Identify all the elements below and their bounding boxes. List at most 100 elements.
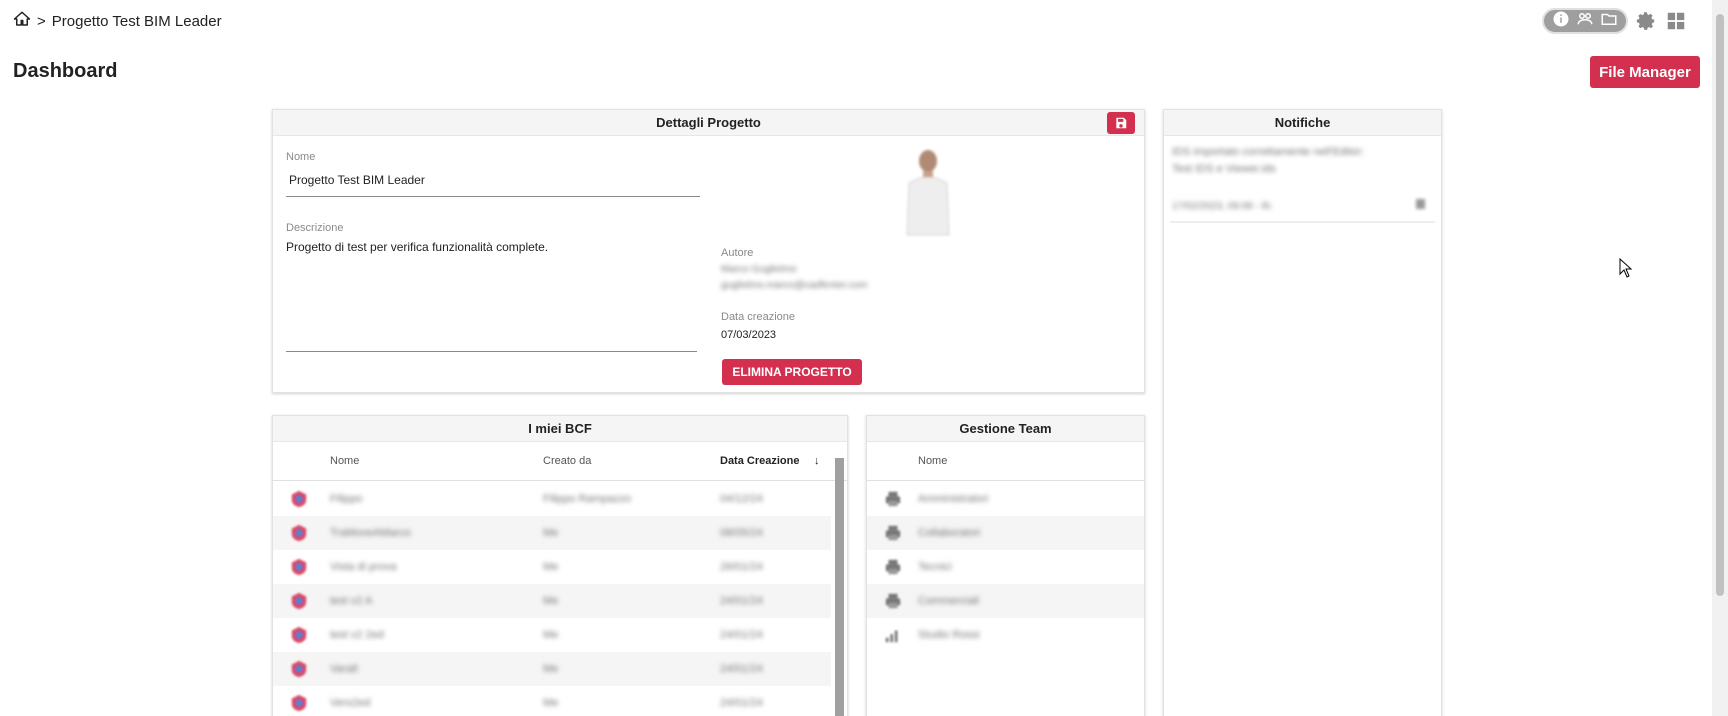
bcf-nome: Vers2ed <box>330 697 371 709</box>
column-nome[interactable]: Nome <box>330 455 359 467</box>
breadcrumb-separator: > <box>37 12 46 30</box>
bcf-nome: test v2 2ed <box>330 629 384 641</box>
column-data-creazione[interactable]: Data Creazione <box>720 455 799 467</box>
team-nome: Collaboratori <box>918 527 981 539</box>
bcf-card: I miei BCF Nome Creato da Data Creazione… <box>272 415 848 716</box>
team-nome: Amministratori <box>918 493 989 505</box>
table-row[interactable]: test v2 A Me 24/01/24 <box>273 584 831 618</box>
team-row[interactable]: Collaboratori <box>867 516 1144 550</box>
notification-divider <box>1170 221 1435 223</box>
apps-grid-icon[interactable] <box>1664 9 1688 33</box>
nome-underline <box>286 196 700 197</box>
bcf-issue-icon <box>291 660 307 678</box>
page-title: Dashboard <box>13 60 118 82</box>
table-row[interactable]: Vista di prova Me 26/01/24 <box>273 550 831 584</box>
bcf-creato-da: Filippo Rampazzo <box>543 493 632 505</box>
mouse-cursor-icon <box>1619 258 1633 278</box>
bcf-creato-da: Me <box>543 663 559 675</box>
bcf-issue-icon <box>291 558 307 576</box>
breadcrumb-current[interactable]: Progetto Test BIM Leader <box>52 13 222 30</box>
printer-icon <box>885 559 901 575</box>
team-column-nome[interactable]: Nome <box>918 455 947 467</box>
bcf-creato-da: Me <box>543 561 559 573</box>
printer-icon <box>885 525 901 541</box>
descrizione-label: Descrizione <box>286 222 344 234</box>
printer-icon <box>885 593 901 609</box>
sort-arrow-icon[interactable]: ↓ <box>814 455 820 467</box>
team-card: Gestione Team Nome Amministratori Collabo… <box>866 415 1145 716</box>
top-toolbar <box>1542 8 1688 34</box>
view-toggle-group[interactable] <box>1542 8 1628 34</box>
folder-icon[interactable] <box>1600 10 1618 33</box>
team-nome: Tecnici <box>918 561 952 573</box>
table-row[interactable]: Varalt Me 24/01/24 <box>273 652 831 686</box>
page-scrollbar[interactable] <box>1712 0 1728 716</box>
bcf-data: 04/12/24 <box>720 493 763 505</box>
bcf-creato-da: Me <box>543 527 559 539</box>
gear-icon[interactable] <box>1634 9 1658 33</box>
delete-notification-icon[interactable] <box>1416 199 1425 209</box>
descrizione-field[interactable]: Progetto di test per verifica funzionali… <box>286 240 548 254</box>
bcf-table-header: Nome Creato da Data Creazione ↓ <box>273 443 847 481</box>
nome-field[interactable]: Progetto Test BIM Leader <box>289 173 425 187</box>
autore-email: guglielmo.marco@cadfenter.com <box>721 280 868 291</box>
bcf-creato-da: Me <box>543 595 559 607</box>
column-creato-da[interactable]: Creato da <box>543 455 591 467</box>
team-table-header: Nome <box>867 443 1144 481</box>
table-row[interactable]: TraMoveAMarco Me 08/05/24 <box>273 516 831 550</box>
project-details-card: Dettagli Progetto Nome Progetto Test BIM… <box>272 109 1145 393</box>
breadcrumb: > Progetto Test BIM Leader <box>13 10 222 32</box>
autore-name: Marco Guglielmo <box>721 264 797 275</box>
author-avatar <box>906 150 950 236</box>
bcf-data: 24/01/24 <box>720 629 763 641</box>
notifications-header: Notifiche <box>1164 110 1441 136</box>
bcf-issue-icon <box>291 490 307 508</box>
notification-line1: IDS importato correttamente nell'Editor: <box>1172 146 1365 158</box>
nome-label: Nome <box>286 151 316 163</box>
save-button[interactable] <box>1107 112 1135 134</box>
team-header: Gestione Team <box>867 416 1144 442</box>
bcf-data: 24/01/24 <box>720 697 763 709</box>
bcf-scrollbar[interactable] <box>834 446 844 716</box>
autore-label: Autore <box>721 247 754 259</box>
bcf-nome: Filippo <box>330 493 363 505</box>
file-manager-button[interactable]: File Manager <box>1590 56 1700 88</box>
printer-icon <box>885 491 901 507</box>
descrizione-underline <box>286 351 697 352</box>
team-row[interactable]: Commerciali <box>867 584 1144 618</box>
bcf-data: 26/01/24 <box>720 561 763 573</box>
project-details-title: Dettagli Progetto <box>656 115 761 130</box>
team-row[interactable]: Tecnici <box>867 550 1144 584</box>
project-details-header: Dettagli Progetto <box>273 110 1144 136</box>
notification-line2: Test IDS e Viewer.ids <box>1172 163 1276 175</box>
team-row[interactable]: Amministratori <box>867 482 1144 516</box>
team-nome: Commerciali <box>918 595 980 607</box>
table-row[interactable]: Vers2ed Me 24/01/24 <box>273 686 831 716</box>
bcf-header: I miei BCF <box>273 416 847 442</box>
notification-date: 17/02/2023, 09:08 - ifc <box>1172 201 1272 212</box>
bcf-nome: Varalt <box>330 663 358 675</box>
data-creazione-value: 07/03/2023 <box>721 329 777 341</box>
bcf-issue-icon <box>291 524 307 542</box>
info-icon[interactable] <box>1552 10 1570 33</box>
bcf-nome: Vista di prova <box>330 561 397 573</box>
group-icon[interactable] <box>1576 10 1594 33</box>
team-row[interactable]: Studio Rossi <box>867 618 1144 652</box>
bcf-nome: test v2 A <box>330 595 373 607</box>
save-icon <box>1116 117 1127 129</box>
bcf-data: 24/01/24 <box>720 663 763 675</box>
table-row[interactable]: Filippo Filippo Rampazzo 04/12/24 <box>273 482 831 516</box>
signal-icon <box>885 630 898 643</box>
home-icon[interactable] <box>13 10 35 32</box>
team-nome: Studio Rossi <box>918 629 980 641</box>
bcf-creato-da: Me <box>543 629 559 641</box>
data-creazione-label: Data creazione <box>721 311 795 323</box>
delete-project-button[interactable]: ELIMINA PROGETTO <box>722 359 862 385</box>
bcf-issue-icon <box>291 626 307 644</box>
notifications-card: Notifiche IDS importato correttamente ne… <box>1163 109 1442 716</box>
bcf-issue-icon <box>291 592 307 610</box>
bcf-issue-icon <box>291 694 307 712</box>
table-row[interactable]: test v2 2ed Me 24/01/24 <box>273 618 831 652</box>
bcf-creato-da: Me <box>543 697 559 709</box>
bcf-nome: TraMoveAMarco <box>330 527 411 539</box>
